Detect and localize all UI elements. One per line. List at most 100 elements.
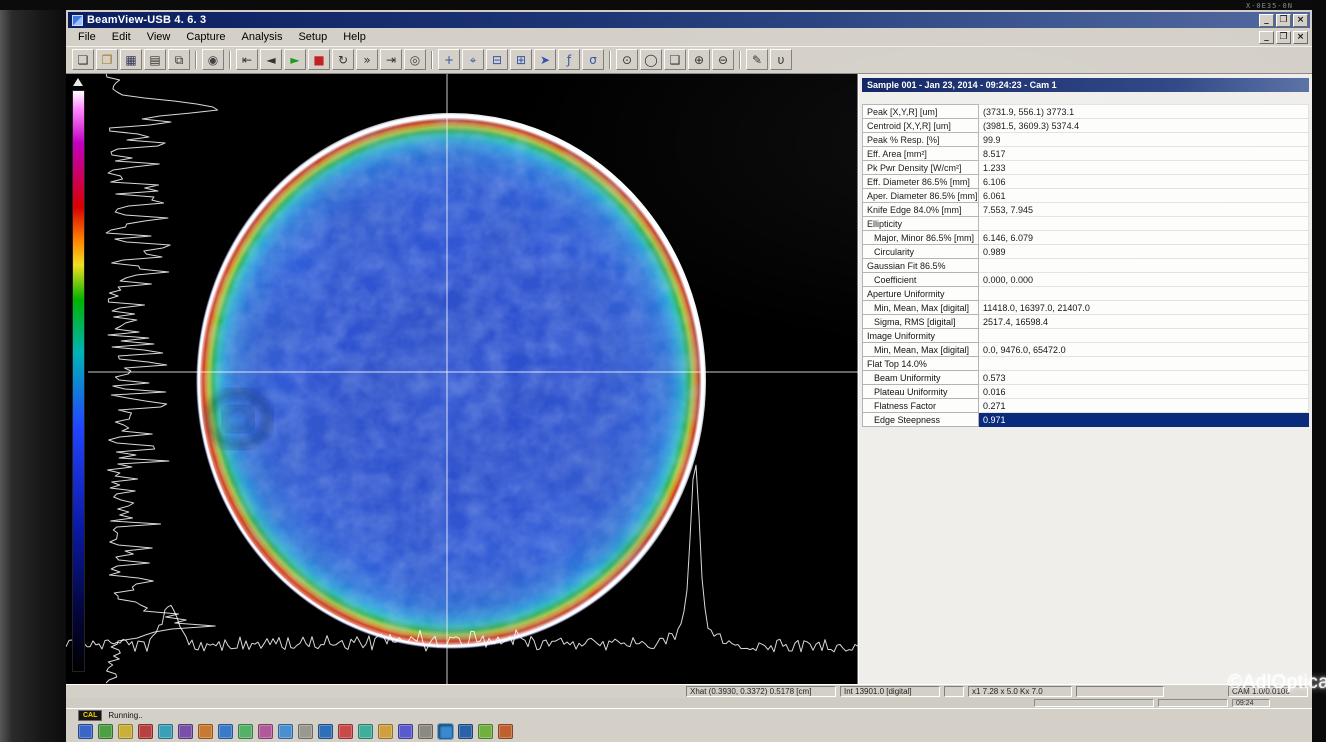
print-button[interactable]: ▤ bbox=[144, 49, 166, 70]
result-row[interactable]: Sigma, RMS [digital]2517.4, 16598.4 bbox=[863, 315, 1309, 329]
result-row[interactable]: Knife Edge 84.0% [mm]7.553, 7.945 bbox=[863, 203, 1309, 217]
row-label: Min, Mean, Max [digital] bbox=[863, 343, 979, 357]
menu-item-analysis[interactable]: Analysis bbox=[234, 29, 291, 45]
open-file-button[interactable]: ❐ bbox=[96, 49, 118, 70]
cal-indicator[interactable]: CAL bbox=[78, 710, 102, 721]
snapshot-button[interactable]: ◎ bbox=[404, 49, 426, 70]
statistics-button[interactable]: σ bbox=[582, 49, 604, 70]
cursor-tool-button[interactable]: ➤ bbox=[534, 49, 556, 70]
ellipse-tool-icon: ◯ bbox=[644, 54, 657, 66]
step-forward-button[interactable]: » bbox=[356, 49, 378, 70]
result-row[interactable]: Eff. Diameter 86.5% [mm]6.106 bbox=[863, 175, 1309, 189]
zoom-in-button[interactable]: ⊕ bbox=[688, 49, 710, 70]
menu-item-file[interactable]: File bbox=[70, 29, 104, 45]
taskbar-icon-5[interactable] bbox=[178, 724, 193, 739]
status2-blank-1 bbox=[1034, 699, 1154, 707]
result-row[interactable]: Peak % Resp. [%]99.9 bbox=[863, 133, 1309, 147]
taskbar-icon-8[interactable] bbox=[238, 724, 253, 739]
mdi-close-button[interactable]: × bbox=[1293, 31, 1308, 44]
units-button[interactable]: υ bbox=[770, 49, 792, 70]
taskbar-icon-13[interactable] bbox=[338, 724, 353, 739]
maximize-button[interactable]: ❐ bbox=[1276, 14, 1291, 27]
go-last-frame-button[interactable]: ⇥ bbox=[380, 49, 402, 70]
beam-display-area[interactable] bbox=[66, 74, 858, 684]
taskbar-icon-18[interactable] bbox=[438, 724, 453, 739]
result-row[interactable]: Circularity0.989 bbox=[863, 245, 1309, 259]
result-row[interactable]: Eff. Area [mm²]8.517 bbox=[863, 147, 1309, 161]
taskbar-icon-19[interactable] bbox=[458, 724, 473, 739]
time-readout: 09:24 bbox=[1232, 699, 1270, 707]
minimize-button[interactable]: _ bbox=[1259, 14, 1274, 27]
ellipse-tool-button[interactable]: ◯ bbox=[640, 49, 662, 70]
save-button[interactable]: ▦ bbox=[120, 49, 142, 70]
new-document-icon: ❏ bbox=[78, 54, 89, 66]
taskbar-icon-0[interactable] bbox=[78, 724, 93, 739]
result-row[interactable]: Flatness Factor0.271 bbox=[863, 399, 1309, 413]
taskbar-icon-9[interactable] bbox=[258, 724, 273, 739]
camera-button[interactable]: ◉ bbox=[202, 49, 224, 70]
close-button[interactable]: × bbox=[1293, 14, 1308, 27]
result-row[interactable]: Edge Steepness0.971 bbox=[863, 413, 1309, 427]
profile-vertical-button[interactable]: ⊞ bbox=[510, 49, 532, 70]
mdi-restore-button[interactable]: ❐ bbox=[1276, 31, 1291, 44]
section-row[interactable]: Ellipticity bbox=[863, 217, 1309, 231]
menu-item-view[interactable]: View bbox=[139, 29, 179, 45]
intensity-colorbar bbox=[72, 90, 85, 672]
taskbar-icon-1[interactable] bbox=[98, 724, 113, 739]
taskbar-icon-7[interactable] bbox=[218, 724, 233, 739]
result-row[interactable]: Min, Mean, Max [digital]11418.0, 16397.0… bbox=[863, 301, 1309, 315]
row-label: Peak [X,Y,R] [um] bbox=[863, 105, 979, 119]
taskbar-icon-16[interactable] bbox=[398, 724, 413, 739]
taskbar-icon-4[interactable] bbox=[158, 724, 173, 739]
taskbar-icon-11[interactable] bbox=[298, 724, 313, 739]
taskbar-icon-12[interactable] bbox=[318, 724, 333, 739]
result-row[interactable]: Plateau Uniformity0.016 bbox=[863, 385, 1309, 399]
result-row[interactable]: Major, Minor 86.5% [mm]6.146, 6.079 bbox=[863, 231, 1309, 245]
mdi-minimize-button[interactable]: _ bbox=[1259, 31, 1274, 44]
result-row[interactable]: Coefficient0.000, 0.000 bbox=[863, 273, 1309, 287]
annotate-button[interactable]: ✎ bbox=[746, 49, 768, 70]
section-row[interactable]: Image Uniformity bbox=[863, 329, 1309, 343]
row-label: Edge Steepness bbox=[863, 413, 979, 427]
stop-button[interactable]: ■ bbox=[308, 49, 330, 70]
new-document-button[interactable]: ❏ bbox=[72, 49, 94, 70]
profile-horizontal-button[interactable]: ⊟ bbox=[486, 49, 508, 70]
zoom-out-icon: ⊖ bbox=[718, 54, 728, 66]
section-row[interactable]: Gaussian Fit 86.5% bbox=[863, 259, 1309, 273]
result-row[interactable]: Aper. Diameter 86.5% [mm]6.061 bbox=[863, 189, 1309, 203]
taskbar-icon-10[interactable] bbox=[278, 724, 293, 739]
result-row[interactable]: Pk Pwr Density [W/cm²]1.233 bbox=[863, 161, 1309, 175]
overlay-tool-button[interactable]: ❑ bbox=[664, 49, 686, 70]
copy-button[interactable]: ⧉ bbox=[168, 49, 190, 70]
result-row[interactable]: Beam Uniformity0.573 bbox=[863, 371, 1309, 385]
crosshair-tool-button[interactable]: + bbox=[438, 49, 460, 70]
play-button[interactable]: ► bbox=[284, 49, 306, 70]
taskbar-icon-6[interactable] bbox=[198, 724, 213, 739]
taskbar-icon-3[interactable] bbox=[138, 724, 153, 739]
result-row[interactable]: Centroid [X,Y,R] [um](3981.5, 3609.3) 53… bbox=[863, 119, 1309, 133]
menu-item-edit[interactable]: Edit bbox=[104, 29, 139, 45]
aperture-tool-button[interactable]: ⊙ bbox=[616, 49, 638, 70]
row-label: Centroid [X,Y,R] [um] bbox=[863, 119, 979, 133]
taskbar-icon-2[interactable] bbox=[118, 724, 133, 739]
menu-item-setup[interactable]: Setup bbox=[290, 29, 335, 45]
row-label: Knife Edge 84.0% [mm] bbox=[863, 203, 979, 217]
section-row[interactable]: Aperture Uniformity bbox=[863, 287, 1309, 301]
taskbar-icon-17[interactable] bbox=[418, 724, 433, 739]
refresh-button[interactable]: ↻ bbox=[332, 49, 354, 70]
curve-fit-button[interactable]: ƒ bbox=[558, 49, 580, 70]
taskbar-icon-15[interactable] bbox=[378, 724, 393, 739]
beam-image bbox=[66, 74, 858, 684]
section-row[interactable]: Flat Top 14.0% bbox=[863, 357, 1309, 371]
step-back-button[interactable]: ◄ bbox=[260, 49, 282, 70]
centroid-tool-button[interactable]: ⌖ bbox=[462, 49, 484, 70]
go-first-frame-button[interactable]: ⇤ bbox=[236, 49, 258, 70]
zoom-out-button[interactable]: ⊖ bbox=[712, 49, 734, 70]
menu-item-capture[interactable]: Capture bbox=[178, 29, 233, 45]
taskbar-icon-21[interactable] bbox=[498, 724, 513, 739]
result-row[interactable]: Min, Mean, Max [digital]0.0, 9476.0, 654… bbox=[863, 343, 1309, 357]
taskbar-icon-14[interactable] bbox=[358, 724, 373, 739]
result-row[interactable]: Peak [X,Y,R] [um](3731.9, 556.1) 3773.1 bbox=[863, 105, 1309, 119]
taskbar-icon-20[interactable] bbox=[478, 724, 493, 739]
menu-item-help[interactable]: Help bbox=[335, 29, 374, 45]
